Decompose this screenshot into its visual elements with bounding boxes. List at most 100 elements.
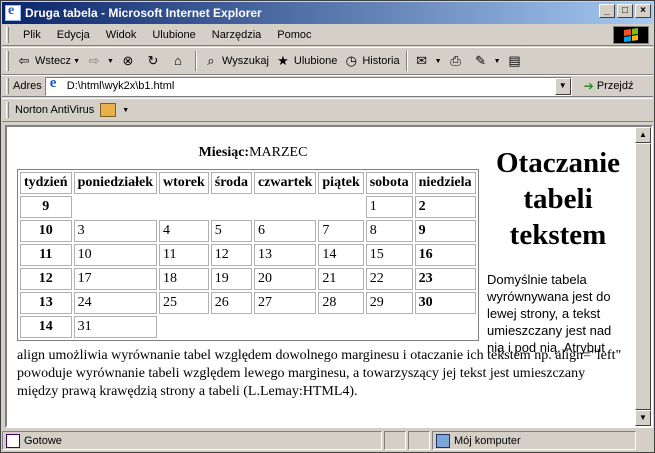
forward-arrow-icon: ⇨: [88, 53, 100, 68]
stop-button[interactable]: ⊗: [117, 50, 142, 72]
status-zone: Mój komputer: [432, 431, 636, 450]
window-title: Druga tabela - Microsoft Internet Explor…: [25, 6, 262, 20]
go-button[interactable]: ➔ Przejdź: [584, 79, 634, 93]
scroll-thumb[interactable]: [635, 143, 651, 410]
search-icon: ⌕: [207, 53, 215, 68]
stop-icon: ⊗: [122, 53, 134, 68]
caption-value: MARZEC: [249, 145, 308, 160]
close-button[interactable]: ×: [635, 4, 651, 18]
mail-button[interactable]: ✉ ▼: [411, 50, 445, 72]
edit-button[interactable]: ✎ ▼: [470, 50, 504, 72]
side-heading: Otaczanie tabeli tekstem: [495, 147, 620, 251]
edit-dropdown-icon[interactable]: ▼: [494, 58, 501, 65]
mail-icon: ✉: [416, 53, 428, 68]
sunday-cell: 23: [414, 268, 476, 290]
ie-logo-icon: [5, 3, 21, 21]
day-cell: 20: [253, 268, 317, 290]
day-cell: 6: [253, 220, 317, 242]
day-cell: 13: [253, 244, 317, 266]
day-cell: 4: [159, 220, 209, 242]
linksbar-grip[interactable]: [6, 102, 9, 118]
address-value[interactable]: D:\html\wyk2x\b1.html: [67, 80, 175, 92]
mail-dropdown-icon[interactable]: ▼: [435, 58, 442, 65]
sunday-cell: 30: [414, 292, 476, 314]
back-button[interactable]: ⇦ Wstecz ▼: [13, 50, 83, 72]
status-pane: [408, 431, 430, 450]
norton-dropdown-icon[interactable]: ▼: [122, 107, 129, 114]
maximize-button[interactable]: □: [617, 4, 633, 18]
toolbar-separator: [405, 51, 408, 71]
day-cell: 18: [159, 268, 209, 290]
address-input[interactable]: D:\html\wyk2x\b1.html ▼: [44, 75, 572, 96]
day-cell: 3: [73, 220, 158, 242]
table-row: 10 3 4 5 6 7 8 9: [20, 220, 476, 242]
empty-cell: [159, 316, 476, 338]
search-label: Wyszukaj: [221, 55, 269, 67]
day-cell: 19: [210, 268, 252, 290]
menu-tools[interactable]: Narzędzia: [204, 29, 270, 41]
zone-text: Mój komputer: [454, 434, 521, 447]
header-cell: środa: [210, 172, 252, 194]
print-button[interactable]: ⎙: [445, 50, 470, 72]
title-bar[interactable]: Druga tabela - Microsoft Internet Explor…: [2, 2, 653, 24]
day-cell: 27: [253, 292, 317, 314]
window-controls: _ □ ×: [597, 4, 651, 18]
favorites-label: Ulubione: [293, 55, 338, 67]
menu-file[interactable]: Plik: [15, 29, 49, 41]
menubar-grip[interactable]: [6, 26, 9, 43]
windows-flag-icon: [624, 28, 638, 42]
menu-view[interactable]: Widok: [98, 29, 145, 41]
day-cell: 29: [365, 292, 413, 314]
day-cell: 7: [318, 220, 364, 242]
forward-dropdown-icon[interactable]: ▼: [107, 58, 114, 65]
menu-bar: Plik Edycja Widok Ulubione Narzędzia Pom…: [2, 24, 653, 46]
table-row: 12 17 18 19 20 21 22 23: [20, 268, 476, 290]
header-cell: sobota: [365, 172, 413, 194]
refresh-icon: ↻: [147, 53, 159, 68]
go-arrow-icon: ➔: [583, 79, 594, 93]
norton-antivirus-icon[interactable]: [100, 103, 117, 117]
week-cell: 12: [20, 268, 72, 290]
standard-toolbar: ⇦ Wstecz ▼ ⇨ ▼ ⊗ ↻ ⌂ ⌕ Wyszukaj ★ Ulubio…: [2, 47, 653, 75]
menu-favorites[interactable]: Ulubione: [144, 29, 203, 41]
addressbar-grip[interactable]: [6, 78, 9, 94]
status-text: Gotowe: [24, 434, 62, 447]
address-dropdown-icon[interactable]: ▼: [554, 77, 571, 95]
menu-edit[interactable]: Edycja: [49, 29, 98, 41]
menu-help[interactable]: Pomoc: [269, 29, 319, 41]
favorites-icon: ★: [277, 53, 289, 68]
side-paragraph: Domyślnie tabela wyrównywana jest do lew…: [487, 272, 612, 355]
status-bar: Gotowe Mój komputer: [2, 429, 653, 452]
home-button[interactable]: ⌂: [167, 50, 192, 72]
back-label: Wstecz: [35, 55, 72, 67]
header-cell: poniedziałek: [73, 172, 158, 194]
table-caption: Miesiąc:MARZEC: [21, 145, 485, 161]
address-label: Adres: [13, 80, 42, 92]
forward-button[interactable]: ⇨ ▼: [83, 50, 117, 72]
page-icon: [48, 75, 64, 94]
day-cell: 5: [210, 220, 252, 242]
header-cell: niedziela: [414, 172, 476, 194]
day-cell: 31: [73, 316, 158, 338]
scroll-down-button[interactable]: ▼: [635, 410, 651, 426]
table-row: 13 24 25 26 27 28 29 30: [20, 292, 476, 314]
status-main: Gotowe: [2, 431, 382, 450]
toolbar-grip[interactable]: [6, 51, 9, 71]
search-button[interactable]: ⌕ Wyszukaj: [200, 50, 272, 72]
history-button[interactable]: ◷ Historia: [340, 50, 402, 72]
day-cell: 10: [73, 244, 158, 266]
document: Miesiąc:MARZEC tydzień poniedziałek wtor…: [7, 127, 635, 426]
empty-cell: [74, 196, 364, 218]
discuss-button[interactable]: ▤: [504, 50, 529, 72]
day-cell: 14: [318, 244, 364, 266]
vertical-scrollbar[interactable]: ▲ ▼: [635, 127, 651, 426]
back-dropdown-icon[interactable]: ▼: [73, 58, 80, 65]
page-viewport: Miesiąc:MARZEC tydzień poniedziałek wtor…: [5, 125, 653, 428]
favorites-button[interactable]: ★ Ulubione: [272, 50, 340, 72]
minimize-button[interactable]: _: [599, 4, 615, 18]
refresh-button[interactable]: ↻: [142, 50, 167, 72]
norton-toolbar: Norton AntiVirus ▼: [2, 98, 653, 122]
back-arrow-icon: ⇦: [18, 53, 30, 68]
scroll-up-button[interactable]: ▲: [635, 127, 651, 143]
week-cell: 13: [20, 292, 72, 314]
